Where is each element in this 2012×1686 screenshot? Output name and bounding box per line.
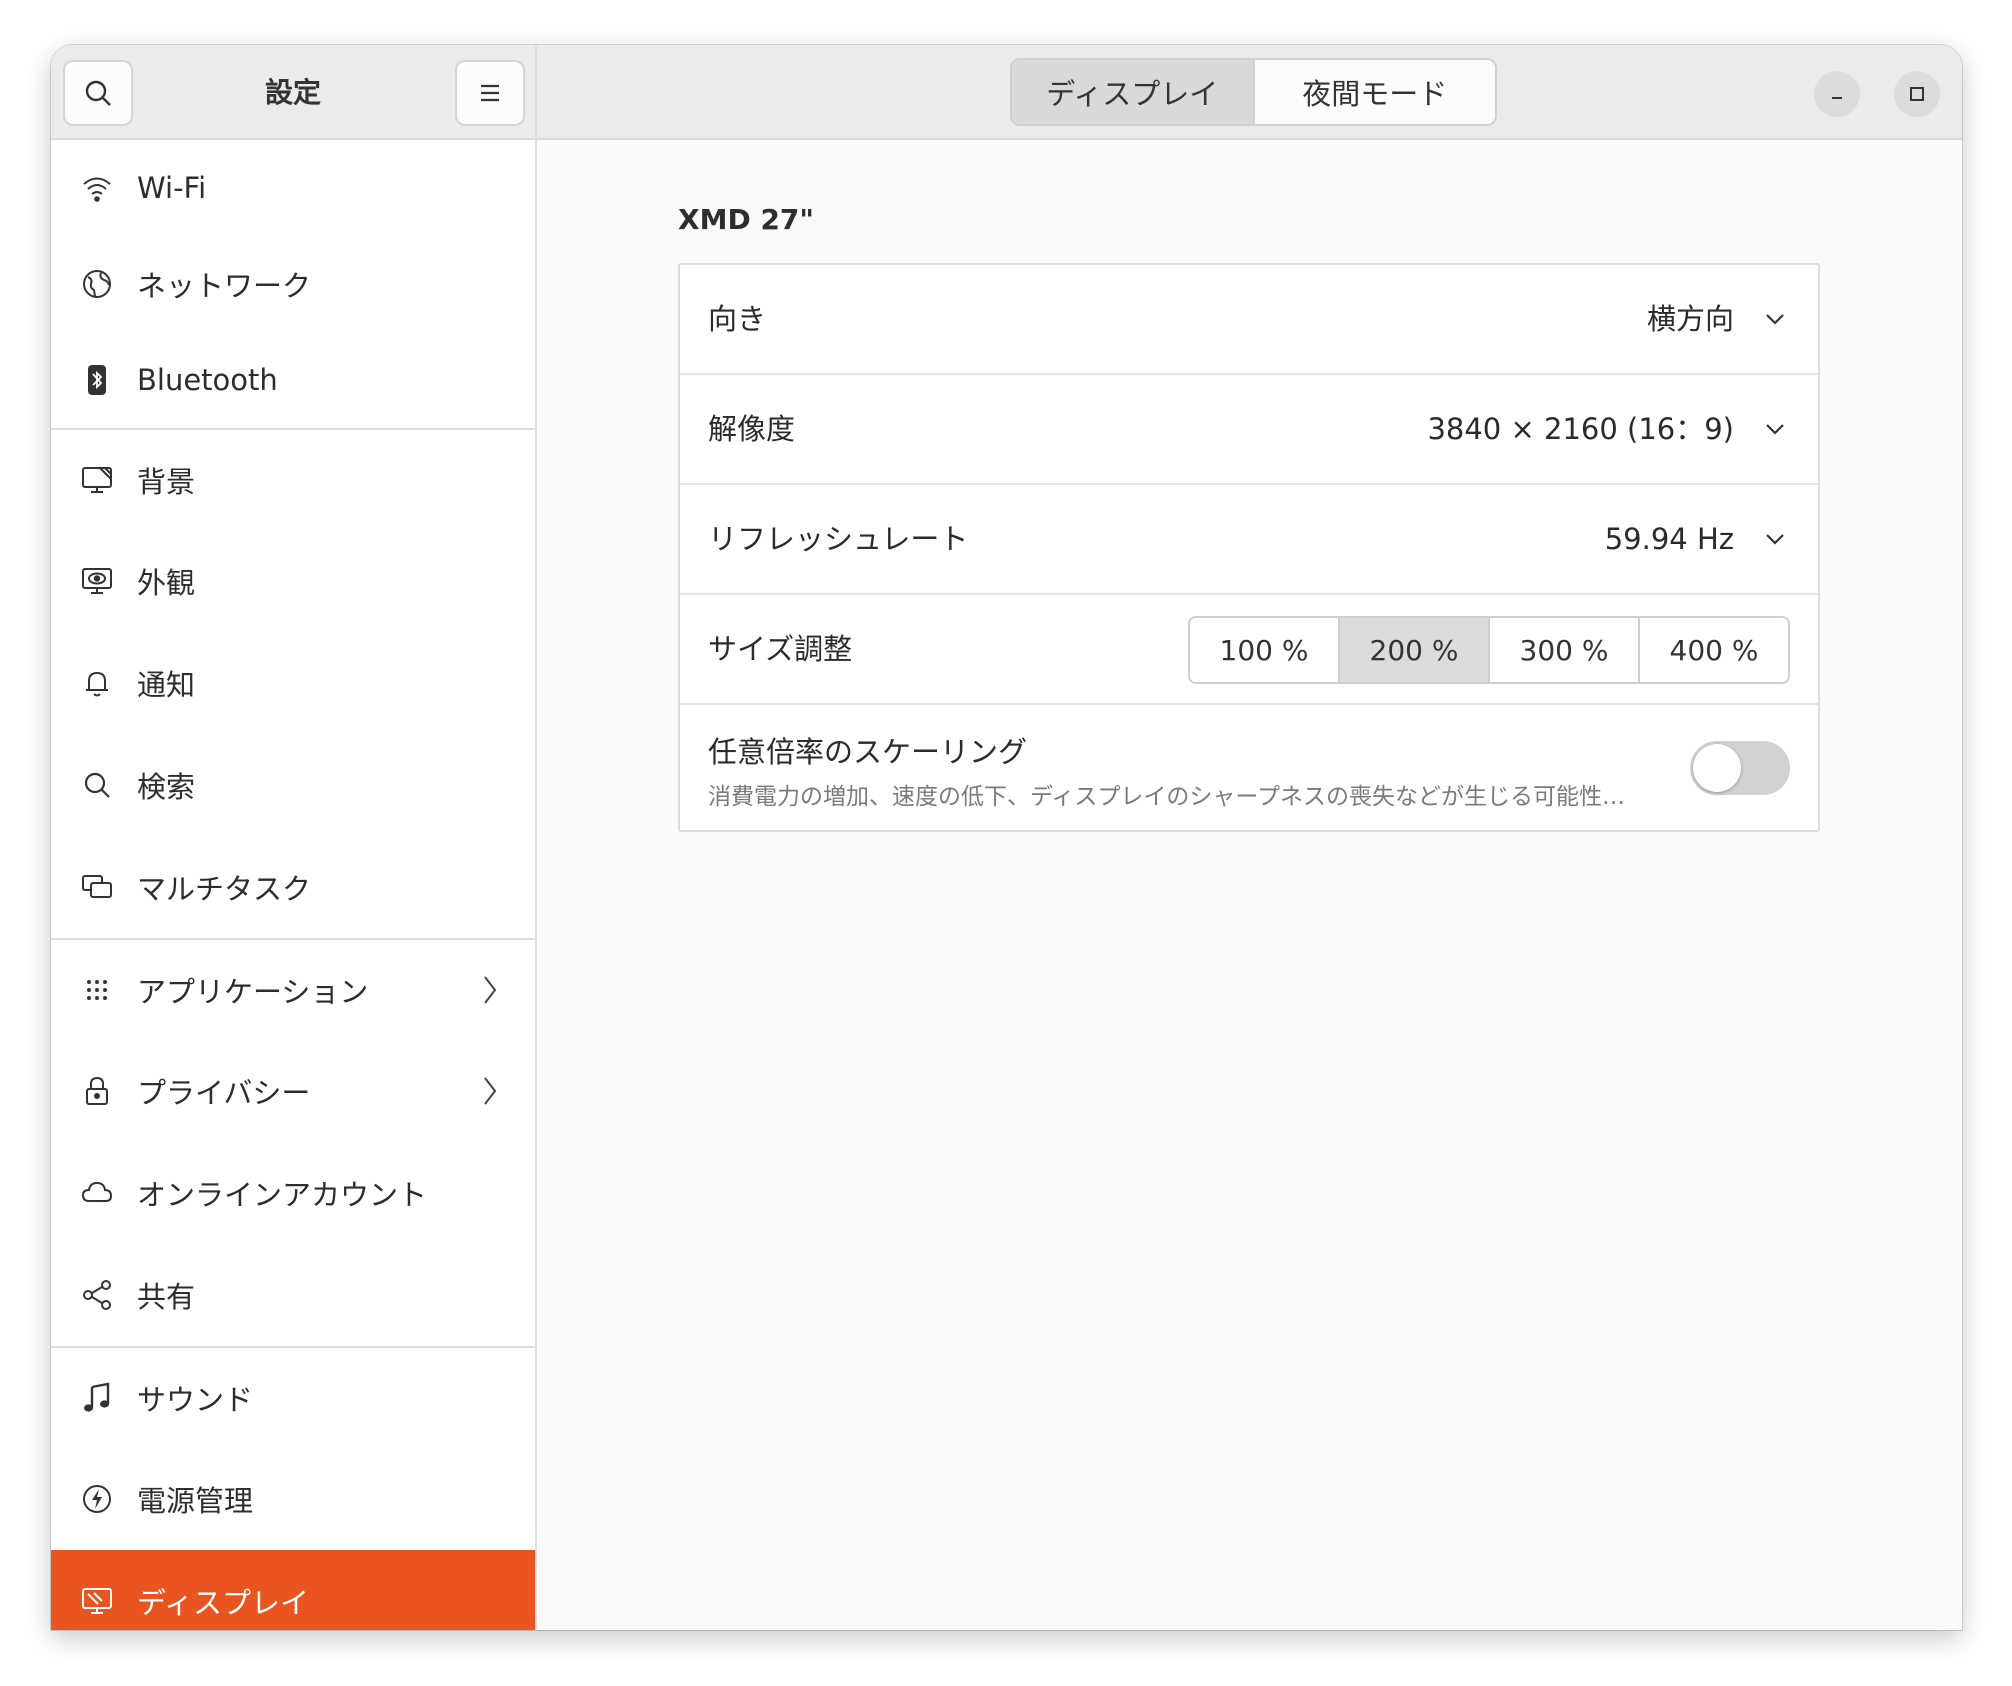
sidebar-item-sound[interactable]: サウンド xyxy=(51,1346,535,1448)
sidebar-item-label: 外観 xyxy=(137,566,196,600)
sidebar-item-label: ディスプレイ xyxy=(137,1586,309,1620)
menu-button[interactable] xyxy=(455,60,525,126)
chevron-down-icon xyxy=(1766,314,1784,325)
sidebar-item-label: Wi-Fi xyxy=(137,171,207,205)
fractional-scaling-row: 任意倍率のスケーリング 消費電力の増加、速度の低下、ディスプレイのシャープネスの… xyxy=(680,705,1818,830)
hamburger-menu-icon xyxy=(481,84,499,102)
refresh-rate-value: 59.94 Hz xyxy=(1604,522,1734,556)
sidebar-list: Wi-Fi ネットワーク Bluetooth 背景 外観 通知 検索 マルチタス… xyxy=(51,140,535,1630)
monitor-background-icon xyxy=(82,467,112,493)
sidebar-item-background[interactable]: 背景 xyxy=(51,428,535,530)
sidebar-item-label: 背景 xyxy=(137,465,196,499)
scale-label: サイズ調整 xyxy=(708,632,853,666)
display-settings-card: 向き 横方向 解像度 3840 × 2160 (16：9) リフレッシュレート … xyxy=(678,263,1820,832)
tab-night-light[interactable]: 夜間モード xyxy=(1255,60,1496,124)
main-content: ディスプレイ 夜間モード XMD 27" 向き 横方向 解像度 3840 × 2… xyxy=(537,45,1962,1630)
header-bar: ディスプレイ 夜間モード xyxy=(537,45,1962,140)
sidebar-item-wifi[interactable]: Wi-Fi xyxy=(51,140,535,236)
chevron-down-icon xyxy=(1766,424,1784,435)
music-note-icon xyxy=(84,1382,110,1412)
resolution-row[interactable]: 解像度 3840 × 2160 (16：9) xyxy=(680,375,1818,485)
sidebar-item-label: マルチタスク xyxy=(137,872,312,906)
fractional-scaling-toggle[interactable] xyxy=(1690,741,1790,795)
sidebar-item-sharing[interactable]: 共有 xyxy=(51,1244,535,1346)
scale-option-400[interactable]: 400 % xyxy=(1640,618,1788,682)
chevron-right-icon xyxy=(484,1077,497,1105)
chevron-down-icon xyxy=(1766,534,1784,545)
orientation-row[interactable]: 向き 横方向 xyxy=(680,265,1818,375)
globe-icon xyxy=(83,270,111,298)
refresh-rate-label: リフレッシュレート xyxy=(708,522,969,556)
sidebar-item-label: 通知 xyxy=(137,668,196,702)
apps-grid-icon xyxy=(87,980,107,1000)
display-icon xyxy=(82,1588,112,1614)
resolution-label: 解像度 xyxy=(708,412,796,446)
cloud-icon xyxy=(81,1181,113,1202)
sidebar-header: 設定 xyxy=(51,45,535,140)
view-switcher: ディスプレイ 夜間モード xyxy=(1010,58,1497,126)
scale-option-100[interactable]: 100 % xyxy=(1190,618,1340,682)
minimize-button[interactable] xyxy=(1814,71,1860,117)
sidebar-item-label: サウンド xyxy=(137,1383,254,1417)
multitask-icon xyxy=(82,875,112,898)
sidebar-item-applications[interactable]: アプリケーション xyxy=(51,938,535,1040)
sidebar-item-search[interactable]: 検索 xyxy=(51,734,535,836)
sidebar-item-bluetooth[interactable]: Bluetooth xyxy=(51,332,535,428)
sidebar: 設定 Wi-Fi ネットワーク Bluetooth 背景 外観 通知 検索 マル… xyxy=(51,45,537,1630)
sidebar-item-label: 電源管理 xyxy=(137,1484,254,1518)
fractional-scaling-subtitle: 消費電力の増加、速度の低下、ディスプレイのシャープネスの喪失などが生じる可能性… xyxy=(708,784,1626,810)
maximize-icon xyxy=(1910,87,1924,101)
wifi-icon xyxy=(83,177,111,202)
lock-icon xyxy=(86,1076,108,1105)
sidebar-item-multitasking[interactable]: マルチタスク xyxy=(51,836,535,938)
sidebar-item-label: アプリケーション xyxy=(137,975,369,1009)
search-icon xyxy=(84,772,110,798)
scale-selector: 100 % 200 % 300 % 400 % xyxy=(1188,616,1790,684)
resolution-value: 3840 × 2160 (16：9) xyxy=(1427,412,1734,446)
power-icon xyxy=(83,1485,111,1513)
sidebar-item-privacy[interactable]: プライバシー xyxy=(51,1040,535,1142)
sidebar-item-network[interactable]: ネットワーク xyxy=(51,236,535,332)
refresh-rate-row[interactable]: リフレッシュレート 59.94 Hz xyxy=(680,485,1818,595)
fractional-scaling-title: 任意倍率のスケーリング xyxy=(708,735,1028,769)
sidebar-item-label: 共有 xyxy=(137,1280,196,1314)
sidebar-item-label: Bluetooth xyxy=(137,363,278,397)
settings-window: 設定 Wi-Fi ネットワーク Bluetooth 背景 外観 通知 検索 マル… xyxy=(51,45,1962,1630)
maximize-button[interactable] xyxy=(1894,71,1940,117)
sidebar-item-label: プライバシー xyxy=(137,1076,311,1110)
monitor-name: XMD 27" xyxy=(678,203,814,236)
chevron-right-icon xyxy=(484,976,497,1004)
scale-option-300[interactable]: 300 % xyxy=(1490,618,1640,682)
sidebar-item-online-accounts[interactable]: オンラインアカウント xyxy=(51,1142,535,1244)
orientation-label: 向き xyxy=(708,302,767,336)
sidebar-item-notifications[interactable]: 通知 xyxy=(51,632,535,734)
bell-icon xyxy=(86,671,108,697)
tab-display[interactable]: ディスプレイ xyxy=(1012,60,1255,124)
bluetooth-icon xyxy=(88,365,106,395)
scale-option-200[interactable]: 200 % xyxy=(1340,618,1490,682)
sidebar-item-appearance[interactable]: 外観 xyxy=(51,530,535,632)
sidebar-item-label: オンラインアカウント xyxy=(137,1178,428,1212)
sidebar-item-label: ネットワーク xyxy=(137,269,312,303)
share-icon xyxy=(83,1280,111,1310)
scale-row: サイズ調整 100 % 200 % 300 % 400 % xyxy=(680,595,1818,705)
sidebar-item-label: 検索 xyxy=(137,770,196,804)
sidebar-item-power[interactable]: 電源管理 xyxy=(51,1448,535,1550)
toggle-knob xyxy=(1693,744,1741,792)
sidebar-item-display[interactable]: ディスプレイ xyxy=(51,1550,535,1630)
appearance-icon xyxy=(82,568,112,594)
orientation-value: 横方向 xyxy=(1646,302,1734,336)
minimize-icon xyxy=(1832,97,1842,99)
